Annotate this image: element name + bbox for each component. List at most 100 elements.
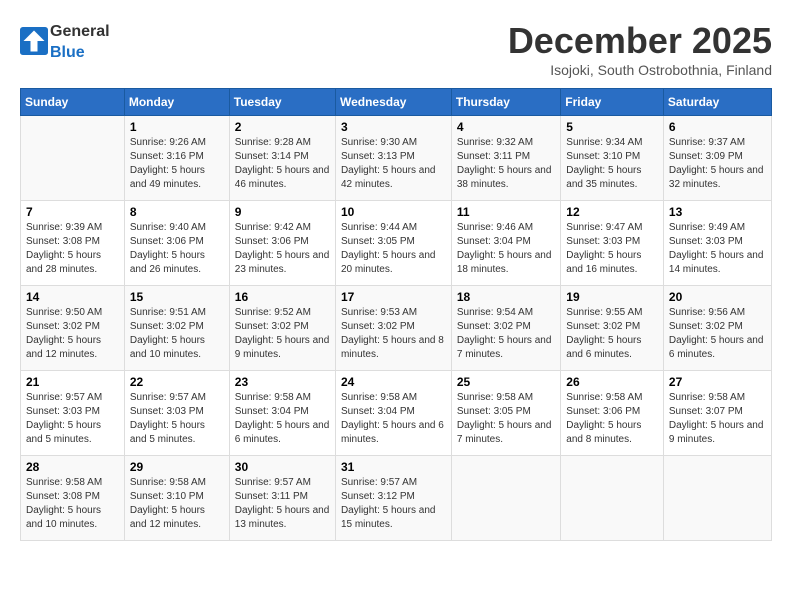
day-number: 25	[457, 375, 555, 389]
day-number: 10	[341, 205, 446, 219]
day-info: Sunrise: 9:39 AM Sunset: 3:08 PM Dayligh…	[26, 221, 119, 277]
calendar-cell: 16 Sunrise: 9:52 AM Sunset: 3:02 PM Dayli…	[229, 286, 335, 371]
day-info: Sunrise: 9:32 AM Sunset: 3:11 PM Dayligh…	[457, 136, 555, 192]
day-number: 31	[341, 460, 446, 474]
day-info: Sunrise: 9:58 AM Sunset: 3:08 PM Dayligh…	[26, 476, 119, 532]
calendar-cell: 26 Sunrise: 9:58 AM Sunset: 3:06 PM Dayli…	[561, 371, 664, 456]
weekday-header-tuesday: Tuesday	[229, 89, 335, 116]
logo-blue: Blue	[50, 44, 85, 61]
calendar-cell: 24Sunrise: 9:58 AM Sunset: 3:04 PM Dayli…	[335, 371, 451, 456]
weekday-header-wednesday: Wednesday	[335, 89, 451, 116]
day-number: 14	[26, 290, 119, 304]
day-number: 29	[130, 460, 224, 474]
calendar-table: SundayMondayTuesdayWednesdayThursdayFrid…	[20, 88, 772, 541]
calendar-cell: 1 Sunrise: 9:26 AM Sunset: 3:16 PM Daylig…	[124, 116, 229, 201]
day-info: Sunrise: 9:52 AM Sunset: 3:02 PM Dayligh…	[235, 306, 330, 362]
day-number: 12	[566, 205, 658, 219]
calendar-cell: 7 Sunrise: 9:39 AM Sunset: 3:08 PM Daylig…	[21, 201, 125, 286]
weekday-header-monday: Monday	[124, 89, 229, 116]
logo-icon	[20, 27, 48, 55]
calendar-cell: 9 Sunrise: 9:42 AM Sunset: 3:06 PM Daylig…	[229, 201, 335, 286]
day-info: Sunrise: 9:34 AM Sunset: 3:10 PM Dayligh…	[566, 136, 658, 192]
day-info: Sunrise: 9:55 AM Sunset: 3:02 PM Dayligh…	[566, 306, 658, 362]
day-number: 19	[566, 290, 658, 304]
day-number: 22	[130, 375, 224, 389]
location: Isojoki, South Ostrobothnia, Finland	[508, 62, 772, 78]
calendar-cell: 12 Sunrise: 9:47 AM Sunset: 3:03 PM Dayli…	[561, 201, 664, 286]
calendar-cell: 4 Sunrise: 9:32 AM Sunset: 3:11 PM Daylig…	[451, 116, 560, 201]
day-number: 7	[26, 205, 119, 219]
calendar-cell: 15 Sunrise: 9:51 AM Sunset: 3:02 PM Dayli…	[124, 286, 229, 371]
calendar-cell: 25Sunrise: 9:58 AM Sunset: 3:05 PM Dayli…	[451, 371, 560, 456]
calendar-cell: 13Sunrise: 9:49 AM Sunset: 3:03 PM Dayli…	[663, 201, 771, 286]
calendar-cell: 10 Sunrise: 9:44 AM Sunset: 3:05 PM Dayli…	[335, 201, 451, 286]
calendar-cell: 21Sunrise: 9:57 AM Sunset: 3:03 PM Dayli…	[21, 371, 125, 456]
logo: General Blue	[20, 20, 110, 62]
day-number: 28	[26, 460, 119, 474]
day-info: Sunrise: 9:58 AM Sunset: 3:04 PM Dayligh…	[235, 391, 330, 447]
day-number: 6	[669, 120, 766, 134]
calendar-week-row: 14 Sunrise: 9:50 AM Sunset: 3:02 PM Dayli…	[21, 286, 772, 371]
day-number: 2	[235, 120, 330, 134]
day-info: Sunrise: 9:47 AM Sunset: 3:03 PM Dayligh…	[566, 221, 658, 277]
calendar-cell: 5Sunrise: 9:34 AM Sunset: 3:10 PM Daylig…	[561, 116, 664, 201]
calendar-cell: 20Sunrise: 9:56 AM Sunset: 3:02 PM Dayli…	[663, 286, 771, 371]
logo-general: General	[50, 23, 110, 40]
calendar-cell	[21, 116, 125, 201]
day-number: 21	[26, 375, 119, 389]
day-number: 23	[235, 375, 330, 389]
calendar-cell: 14 Sunrise: 9:50 AM Sunset: 3:02 PM Dayli…	[21, 286, 125, 371]
calendar-week-row: 1 Sunrise: 9:26 AM Sunset: 3:16 PM Daylig…	[21, 116, 772, 201]
weekday-header-row: SundayMondayTuesdayWednesdayThursdayFrid…	[21, 89, 772, 116]
calendar-cell: 3Sunrise: 9:30 AM Sunset: 3:13 PM Daylig…	[335, 116, 451, 201]
day-info: Sunrise: 9:56 AM Sunset: 3:02 PM Dayligh…	[669, 306, 766, 362]
day-number: 27	[669, 375, 766, 389]
day-info: Sunrise: 9:57 AM Sunset: 3:11 PM Dayligh…	[235, 476, 330, 532]
day-number: 9	[235, 205, 330, 219]
calendar-cell: 18 Sunrise: 9:54 AM Sunset: 3:02 PM Dayli…	[451, 286, 560, 371]
day-number: 1	[130, 120, 224, 134]
calendar-cell: 31 Sunrise: 9:57 AM Sunset: 3:12 PM Dayli…	[335, 456, 451, 541]
day-info: Sunrise: 9:44 AM Sunset: 3:05 PM Dayligh…	[341, 221, 446, 277]
day-info: Sunrise: 9:53 AM Sunset: 3:02 PM Dayligh…	[341, 306, 446, 362]
day-info: Sunrise: 9:46 AM Sunset: 3:04 PM Dayligh…	[457, 221, 555, 277]
day-number: 4	[457, 120, 555, 134]
day-info: Sunrise: 9:51 AM Sunset: 3:02 PM Dayligh…	[130, 306, 224, 362]
day-info: Sunrise: 9:57 AM Sunset: 3:12 PM Dayligh…	[341, 476, 446, 532]
day-number: 15	[130, 290, 224, 304]
calendar-cell: 6 Sunrise: 9:37 AM Sunset: 3:09 PM Daylig…	[663, 116, 771, 201]
day-number: 24	[341, 375, 446, 389]
day-number: 26	[566, 375, 658, 389]
day-info: Sunrise: 9:30 AM Sunset: 3:13 PM Dayligh…	[341, 136, 446, 192]
calendar-cell: 27 Sunrise: 9:58 AM Sunset: 3:07 PM Dayli…	[663, 371, 771, 456]
calendar-week-row: 21Sunrise: 9:57 AM Sunset: 3:03 PM Dayli…	[21, 371, 772, 456]
calendar-week-row: 28 Sunrise: 9:58 AM Sunset: 3:08 PM Dayli…	[21, 456, 772, 541]
day-number: 13	[669, 205, 766, 219]
day-info: Sunrise: 9:54 AM Sunset: 3:02 PM Dayligh…	[457, 306, 555, 362]
title-block: December 2025 Isojoki, South Ostrobothni…	[508, 20, 772, 78]
day-info: Sunrise: 9:28 AM Sunset: 3:14 PM Dayligh…	[235, 136, 330, 192]
weekday-header-thursday: Thursday	[451, 89, 560, 116]
calendar-week-row: 7 Sunrise: 9:39 AM Sunset: 3:08 PM Daylig…	[21, 201, 772, 286]
calendar-cell	[561, 456, 664, 541]
day-info: Sunrise: 9:42 AM Sunset: 3:06 PM Dayligh…	[235, 221, 330, 277]
day-info: Sunrise: 9:58 AM Sunset: 3:06 PM Dayligh…	[566, 391, 658, 447]
day-number: 18	[457, 290, 555, 304]
calendar-cell: 2 Sunrise: 9:28 AM Sunset: 3:14 PM Daylig…	[229, 116, 335, 201]
calendar-cell: 17Sunrise: 9:53 AM Sunset: 3:02 PM Dayli…	[335, 286, 451, 371]
day-number: 30	[235, 460, 330, 474]
day-number: 8	[130, 205, 224, 219]
day-info: Sunrise: 9:58 AM Sunset: 3:07 PM Dayligh…	[669, 391, 766, 447]
day-info: Sunrise: 9:37 AM Sunset: 3:09 PM Dayligh…	[669, 136, 766, 192]
day-info: Sunrise: 9:26 AM Sunset: 3:16 PM Dayligh…	[130, 136, 224, 192]
calendar-cell: 8Sunrise: 9:40 AM Sunset: 3:06 PM Daylig…	[124, 201, 229, 286]
calendar-cell: 28 Sunrise: 9:58 AM Sunset: 3:08 PM Dayli…	[21, 456, 125, 541]
weekday-header-saturday: Saturday	[663, 89, 771, 116]
day-info: Sunrise: 9:50 AM Sunset: 3:02 PM Dayligh…	[26, 306, 119, 362]
calendar-cell	[663, 456, 771, 541]
month-title: December 2025	[508, 20, 772, 62]
weekday-header-friday: Friday	[561, 89, 664, 116]
day-number: 16	[235, 290, 330, 304]
day-number: 11	[457, 205, 555, 219]
weekday-header-sunday: Sunday	[21, 89, 125, 116]
